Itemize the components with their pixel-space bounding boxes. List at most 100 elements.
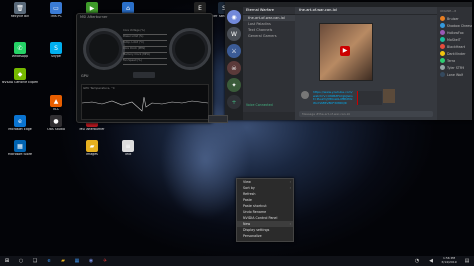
avatar bbox=[440, 16, 445, 21]
afterburner-title: MSI Afterburner bbox=[80, 15, 108, 19]
desktop-icon-nvidia[interactable]: ◆NVIDIA GeForce Experience bbox=[2, 68, 38, 85]
desktop-icon-label: This PC bbox=[50, 15, 62, 18]
desktop-icon-label: MSI Afterburner bbox=[79, 128, 105, 131]
member-name: HollowFox bbox=[447, 30, 464, 35]
add-server-icon[interactable]: + bbox=[227, 95, 241, 109]
embed-thumbnail bbox=[383, 89, 395, 103]
server-name: Eternal Warfare bbox=[243, 7, 295, 15]
member-name: DarkVinder bbox=[447, 51, 466, 56]
chat-area: the-art-of-war-can-lol ▶ https://www.you… bbox=[295, 7, 437, 120]
server-icon[interactable]: W bbox=[227, 27, 241, 41]
member-item[interactable]: HollowFox bbox=[437, 29, 472, 36]
task-view-icon[interactable]: ❏ bbox=[31, 257, 39, 265]
context-menu-label: View bbox=[243, 180, 251, 184]
notifications-icon[interactable]: ▤ bbox=[463, 257, 471, 265]
vlc-icon: ▲ bbox=[50, 95, 62, 107]
volume-tray-icon[interactable]: ◀ bbox=[427, 257, 435, 265]
graph-line bbox=[82, 96, 208, 112]
gpu-label: GPU bbox=[81, 74, 89, 78]
play-icon[interactable]: ▶ bbox=[340, 46, 350, 56]
member-item[interactable]: BlackHeart bbox=[437, 43, 472, 50]
server-icon[interactable]: ✦ bbox=[227, 78, 241, 92]
desktop-icon-label: Text bbox=[124, 153, 132, 156]
member-item[interactable]: Lone Wolf bbox=[437, 71, 472, 78]
embed-card[interactable] bbox=[357, 91, 382, 105]
clock-date: 3/14/2019 bbox=[441, 260, 457, 264]
folder-icon: ▰ bbox=[86, 140, 98, 152]
desktop-icon-label: VLC bbox=[52, 108, 60, 111]
taskbar: ⊞ ○ ❏ e ▰ ▦ ◉ ✈ ◔ ◀ 1:56 PM 3/14/2019 ▤ bbox=[0, 256, 474, 266]
windows-start-icon[interactable]: ⊞ bbox=[3, 257, 11, 265]
discord-window[interactable]: ◉ W ⚔ ☠ ✦ + Eternal Warfare the-art-of-w… bbox=[225, 2, 472, 120]
home-server-icon[interactable]: ◉ bbox=[227, 10, 241, 24]
slider-label: Memory Clock (MHz) bbox=[123, 53, 150, 56]
member-item[interactable]: DarkVinder bbox=[437, 50, 472, 57]
folder-taskbar-icon[interactable]: ▰ bbox=[59, 257, 67, 265]
voice-connection: Voice Connected bbox=[246, 103, 273, 107]
context-menu-label: Display settings bbox=[243, 228, 270, 232]
nvidia-icon: ◆ bbox=[14, 68, 26, 80]
message-link[interactable]: https://www.youtube.com/watch?v=Ut6BZFAY… bbox=[313, 90, 353, 105]
monitor-graph: GPU Temperature, °C bbox=[81, 84, 209, 120]
afterburner-window[interactable]: MSI Afterburner Core Voltage (%) Power Li… bbox=[76, 13, 213, 123]
desktop-icon-skype[interactable]: S Skype bbox=[38, 42, 74, 59]
member-item[interactable]: MoSkelT bbox=[437, 36, 472, 43]
avatar bbox=[440, 51, 445, 56]
message-avatar bbox=[301, 91, 309, 99]
video-embed[interactable]: ▶ bbox=[319, 23, 373, 81]
desktop-icon-whatsapp[interactable]: ✆ WhatsApp bbox=[2, 42, 38, 59]
store-taskbar-icon[interactable]: ▦ bbox=[73, 257, 81, 265]
member-name: Bruiser bbox=[447, 16, 459, 21]
slider-label: Core Voltage (%) bbox=[123, 29, 145, 32]
member-item[interactable]: Terra bbox=[437, 57, 472, 64]
desktop-icon-folder[interactable]: ▰ Images bbox=[74, 140, 110, 157]
gpu-dial-left bbox=[83, 28, 125, 70]
window-chip[interactable] bbox=[208, 115, 228, 123]
context-menu-item[interactable]: Personalize bbox=[237, 233, 293, 239]
edge-icon: e bbox=[14, 115, 26, 127]
this-pc-icon: ▭ bbox=[50, 2, 62, 14]
member-item[interactable]: Tyler STR9 bbox=[437, 64, 472, 71]
apply-button[interactable] bbox=[133, 72, 155, 78]
channel-item[interactable]: General Gamers bbox=[243, 33, 295, 39]
discord-taskbar-icon[interactable]: ◉ bbox=[87, 257, 95, 265]
clock[interactable]: 1:56 PM 3/14/2019 bbox=[438, 257, 460, 264]
member-name: Shadow Cheese bbox=[446, 23, 472, 28]
gpu-dial-right bbox=[169, 28, 211, 70]
slider-row[interactable]: Fan Speed (%) bbox=[123, 59, 167, 65]
avatar bbox=[440, 30, 445, 35]
desktop-icon-text[interactable]: ≡ Text bbox=[110, 140, 146, 157]
message-input[interactable]: Message #the-art-of-war-can-lol bbox=[299, 111, 433, 117]
member-name: Lone Wolf bbox=[447, 72, 464, 77]
desktop-icon-label: Skype bbox=[51, 55, 61, 58]
member-item[interactable]: Shadow Cheese bbox=[437, 22, 472, 29]
slider-panel: Core Voltage (%) Power Limit (%) Temp. Lim… bbox=[123, 29, 167, 65]
recycle-bin-icon: 🗑 bbox=[14, 2, 26, 14]
desktop-icon-ms-store[interactable]: ▦ Microsoft Store bbox=[2, 140, 38, 157]
member-item[interactable]: Bruiser bbox=[437, 15, 472, 22]
network-tray-icon[interactable]: ◔ bbox=[413, 257, 421, 265]
search-icon[interactable]: ○ bbox=[17, 257, 25, 265]
desktop-icon-edge[interactable]: e Microsoft Edge bbox=[2, 115, 38, 132]
context-menu-label: Undo Rename bbox=[243, 210, 267, 214]
member-name: BlackHeart bbox=[447, 44, 466, 49]
desktop-icon-label: Microsoft Edge bbox=[8, 128, 32, 131]
desktop-icon-label: NVIDIA GeForce Experience bbox=[2, 81, 38, 84]
desktop-icon-this-pc[interactable]: ▭ This PC bbox=[38, 2, 74, 19]
edge-taskbar-icon[interactable]: e bbox=[45, 257, 53, 265]
slider-track[interactable] bbox=[123, 64, 167, 65]
text-icon: ≡ bbox=[122, 140, 134, 152]
context-menu-label: Paste bbox=[243, 198, 252, 202]
server-icon[interactable]: ⚔ bbox=[227, 44, 241, 58]
slider-label: Power Limit (%) bbox=[123, 35, 144, 38]
user-panel bbox=[243, 112, 295, 120]
context-menu[interactable]: View › Sort by › Refresh Paste Paste shortcut U… bbox=[236, 178, 294, 242]
slider-label: Temp. Limit (°C) bbox=[123, 41, 144, 44]
skype-icon: S bbox=[50, 42, 62, 54]
desktop-icon-vlc[interactable]: ▲ VLC bbox=[38, 95, 74, 112]
desktop-icon-obs[interactable]: ● OBS Studio bbox=[38, 115, 74, 132]
afterburner-taskbar-icon[interactable]: ✈ bbox=[101, 257, 109, 265]
desktop-icon-recycle-bin[interactable]: 🗑 Recycle Bin bbox=[2, 2, 38, 19]
avatar bbox=[440, 58, 445, 63]
server-icon[interactable]: ☠ bbox=[227, 61, 241, 75]
